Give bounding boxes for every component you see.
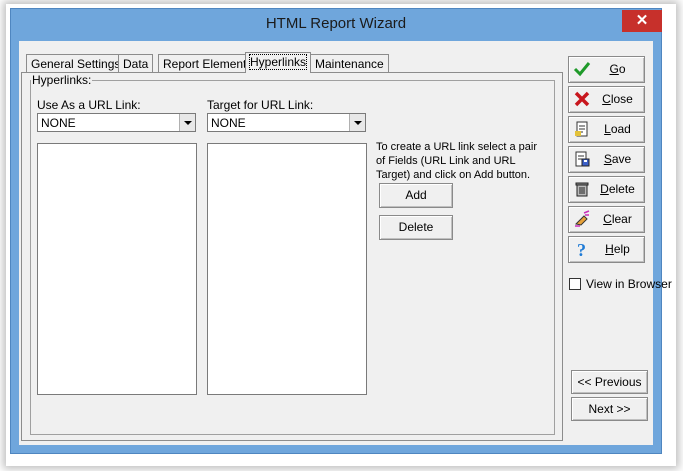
- window-title: HTML Report Wizard: [265, 15, 407, 32]
- target-select[interactable]: NONE: [207, 113, 366, 132]
- url-link-select[interactable]: NONE: [37, 113, 196, 132]
- add-button[interactable]: Add: [379, 183, 453, 208]
- target-list[interactable]: [207, 143, 367, 395]
- url-link-value: NONE: [41, 116, 76, 130]
- tab-data[interactable]: Data: [118, 54, 154, 72]
- clear-label: Clear: [603, 212, 632, 226]
- next-button[interactable]: Next >>: [571, 397, 648, 421]
- tab-general-settings[interactable]: General Settings: [26, 54, 126, 72]
- tab-hyperlinks[interactable]: Hyperlinks: [245, 52, 312, 73]
- delete-link-button[interactable]: Delete: [379, 215, 453, 240]
- previous-label: << Previous: [577, 375, 642, 389]
- clear-button[interactable]: Clear: [568, 206, 645, 233]
- load-label: Load: [604, 122, 631, 136]
- tab-label: General Settings: [31, 57, 121, 71]
- tab-label: Data: [123, 57, 149, 71]
- hyperlinks-group-label: Hyperlinks:: [31, 73, 93, 87]
- client-area: General Settings Data Report Elements Hy…: [19, 41, 672, 445]
- tab-label: Maintenance: [315, 57, 384, 71]
- close-label: Close: [602, 92, 633, 106]
- url-link-label: Use As a URL Link:: [37, 98, 141, 112]
- tab-report-elements[interactable]: Report Elements: [158, 54, 258, 72]
- delete-label: Delete: [600, 182, 635, 196]
- target-value: NONE: [211, 116, 246, 130]
- view-in-browser-label: View in Browser: [586, 277, 672, 291]
- previous-button[interactable]: << Previous: [571, 370, 648, 394]
- delete-button[interactable]: Delete: [568, 176, 645, 203]
- tab-label: Hyperlinks: [248, 54, 308, 70]
- tab-maintenance[interactable]: Maintenance: [310, 54, 389, 72]
- target-label: Target for URL Link:: [207, 98, 314, 112]
- chevron-down-icon[interactable]: [179, 114, 195, 131]
- go-button[interactable]: Go: [568, 56, 645, 83]
- save-button[interactable]: Save: [568, 146, 645, 173]
- url-link-list[interactable]: [37, 143, 197, 395]
- wizard-window: HTML Report Wizard ✕ General Settings Da…: [10, 8, 672, 454]
- tab-label: Report Elements: [163, 57, 253, 71]
- instructions-text: To create a URL link select a pair of Fi…: [376, 141, 537, 181]
- go-label: Go: [609, 62, 626, 76]
- window-close-button[interactable]: ✕: [622, 10, 662, 32]
- close-button[interactable]: Close: [568, 86, 645, 113]
- save-label: Save: [603, 152, 632, 166]
- view-in-browser-checkbox[interactable]: [569, 278, 581, 290]
- chevron-down-icon[interactable]: [349, 114, 365, 131]
- title-bar[interactable]: HTML Report Wizard: [11, 9, 661, 41]
- next-label: Next >>: [588, 402, 631, 416]
- help-label: Help: [605, 242, 630, 256]
- help-button[interactable]: ? Help: [568, 236, 645, 263]
- hyperlinks-tab-panel: Hyperlinks: Use As a URL Link: NONE Targ…: [21, 72, 563, 441]
- load-button[interactable]: Load: [568, 116, 645, 143]
